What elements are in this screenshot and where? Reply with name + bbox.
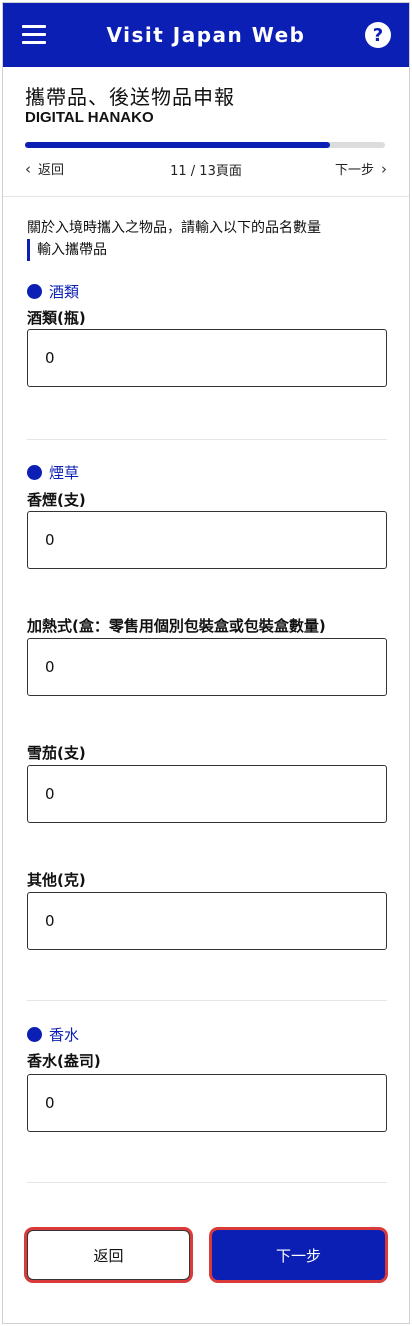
form-subheading: 輸入攜帶品 (27, 239, 107, 261)
perfume-label: 香水(盎司) (27, 1052, 101, 1070)
cigarettes-input[interactable] (27, 511, 387, 569)
progress-fill (25, 142, 330, 148)
header-divider (3, 196, 409, 197)
form-instruction: 關於入境時攜入之物品，請輸入以下的品名數量 (27, 220, 321, 236)
page-navigation: ‹ 返回 11 / 13頁面 下一步 › (25, 159, 387, 181)
app-title: Visit Japan Web (106, 23, 306, 47)
alcohol-bottles-input[interactable] (27, 329, 387, 387)
section-divider (27, 439, 387, 440)
section-title-alcohol: 酒類 (27, 281, 79, 302)
cigars-input[interactable] (27, 765, 387, 823)
perfume-input[interactable] (27, 1074, 387, 1132)
page-title: 攜帶品、後送物品申報 (25, 85, 235, 109)
next-button[interactable]: 下一步 (212, 1230, 385, 1280)
progress-bar (25, 142, 385, 148)
section-divider (27, 1182, 387, 1183)
section-title-alcohol-label: 酒類 (49, 283, 80, 301)
user-name: DIGITAL HANAKO (25, 109, 154, 126)
back-button[interactable]: 返回 (27, 1230, 190, 1280)
bullet-dot-icon (27, 1027, 42, 1042)
help-icon[interactable]: ? (365, 22, 391, 48)
section-divider (27, 1000, 387, 1001)
alcohol-bottles-label: 酒類(瓶) (27, 309, 86, 327)
bullet-dot-icon (27, 465, 42, 480)
hamburger-menu-icon[interactable] (22, 25, 46, 45)
other-tobacco-label: 其他(克) (27, 871, 86, 889)
cigarettes-label: 香煙(支) (27, 491, 86, 509)
other-tobacco-input[interactable] (27, 892, 387, 950)
nav-next-link[interactable]: 下一步 › (334, 159, 387, 179)
heated-tobacco-label: 加熱式(盒：零售用個別包裝盒或包裝盒數量) (27, 617, 326, 635)
chevron-right-icon: › (381, 159, 387, 178)
app-header: Visit Japan Web ? (3, 3, 409, 67)
heated-tobacco-input[interactable] (27, 638, 387, 696)
page-indicator: 11 / 13頁面 (170, 164, 242, 179)
section-title-perfume: 香水 (27, 1024, 79, 1045)
section-title-tobacco-label: 煙草 (49, 464, 80, 482)
app-frame: Visit Japan Web ? 攜帶品、後送物品申報 DIGITAL HAN… (2, 2, 410, 1324)
section-title-perfume-label: 香水 (49, 1026, 80, 1044)
cigars-label: 雪茄(支) (27, 744, 86, 762)
section-title-tobacco: 煙草 (27, 462, 79, 483)
nav-next-label: 下一步 (334, 163, 374, 178)
bullet-dot-icon (27, 284, 42, 299)
